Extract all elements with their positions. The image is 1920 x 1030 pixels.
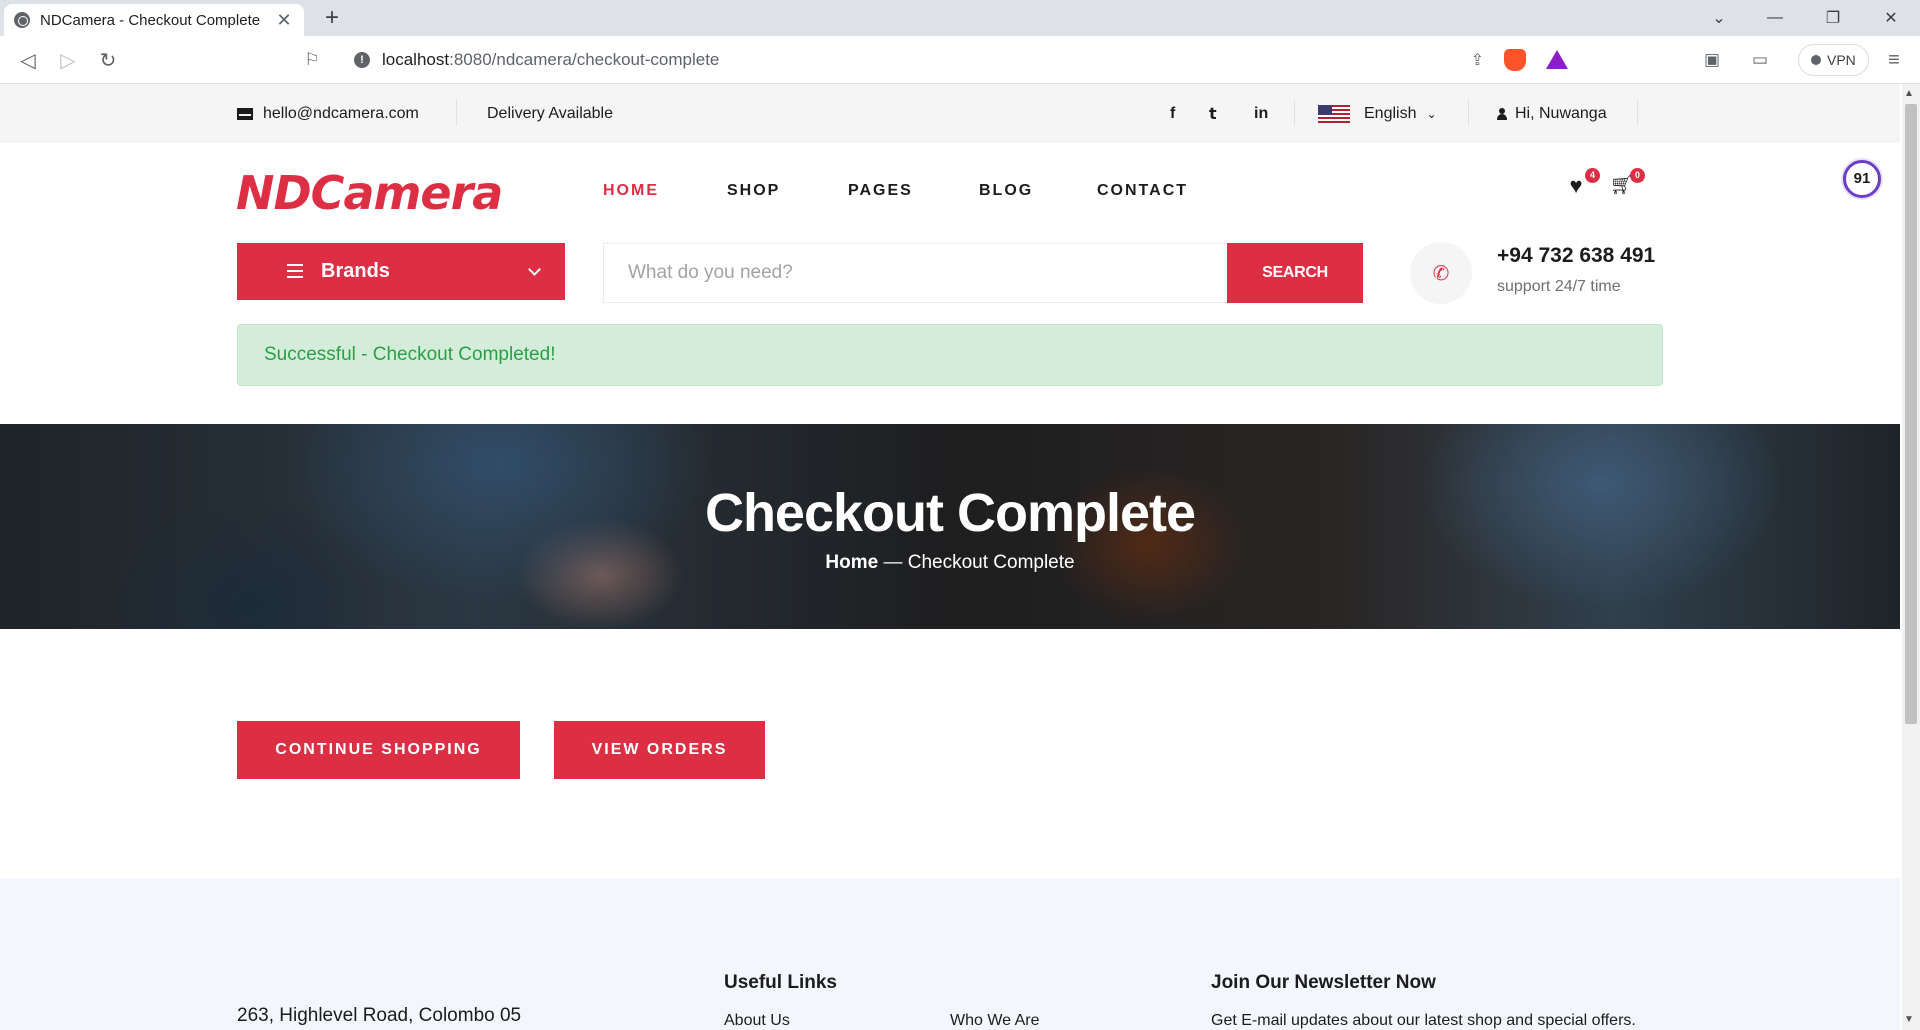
support-hours: support 24/7 time — [1497, 278, 1621, 295]
browser-tabbar: NDCamera - Checkout Complete ✕ + ⌄ — ❐ ✕ — [0, 0, 1920, 36]
minimize-button[interactable]: — — [1752, 0, 1798, 36]
envelope-icon — [237, 107, 253, 120]
share-icon[interactable]: ⇪ — [1471, 50, 1484, 70]
phone-number: +94 732 638 491 — [1497, 244, 1656, 267]
top-info-bar: hello@ndcamera.com Delivery Available f … — [0, 84, 1900, 143]
site-logo[interactable]: NDCamera — [236, 166, 503, 220]
brands-label: Brands — [321, 260, 390, 282]
browser-toolbar: ◁ ▷ ↻ ⚐ ! localhost:8080/ndcamera/checko… — [0, 36, 1920, 84]
facebook-icon[interactable]: f — [1170, 84, 1175, 143]
nav-home[interactable]: HOME — [603, 182, 659, 200]
divider — [1294, 100, 1295, 126]
new-tab-button[interactable]: + — [318, 4, 346, 32]
scroll-down-icon[interactable]: ▼ — [1904, 1014, 1914, 1025]
newsletter-heading: Join Our Newsletter Now — [1211, 972, 1436, 993]
footer-link-about[interactable]: About Us — [724, 1012, 790, 1030]
forward-icon[interactable]: ▷ — [54, 46, 82, 74]
newsletter-text: Get E-mail updates about our latest shop… — [1211, 1012, 1636, 1029]
address-bar[interactable]: ! localhost:8080/ndcamera/checkout-compl… — [338, 42, 1582, 78]
footer-link-who-we-are[interactable]: Who We Are — [950, 1012, 1040, 1030]
reload-icon[interactable]: ↻ — [94, 46, 122, 74]
cart-count-badge: 0 — [1630, 168, 1645, 183]
tab-search-icon[interactable]: ⌄ — [1696, 0, 1742, 36]
email-contact[interactable]: hello@ndcamera.com — [237, 84, 419, 143]
scroll-up-icon[interactable]: ▲ — [1904, 88, 1914, 99]
vpn-button[interactable]: VPN — [1798, 44, 1869, 76]
brave-rewards-icon[interactable] — [1546, 50, 1568, 69]
delivery-text: Delivery Available — [487, 104, 613, 122]
useful-links-heading: Useful Links — [724, 972, 837, 993]
browser-tab[interactable]: NDCamera - Checkout Complete ✕ — [4, 4, 304, 36]
continue-shopping-button[interactable]: CONTINUE SHOPPING — [237, 721, 520, 779]
breadcrumb: Home — Checkout Complete — [0, 552, 1900, 574]
user-icon — [1497, 107, 1507, 120]
email-text: hello@ndcamera.com — [263, 104, 419, 122]
restore-button[interactable]: ❐ — [1810, 0, 1856, 36]
search-input[interactable] — [603, 243, 1228, 303]
divider — [456, 100, 457, 126]
nav-pages[interactable]: PAGES — [848, 182, 913, 200]
wishlist-count-badge: 4 — [1585, 168, 1600, 183]
tab-close-button[interactable]: ✕ — [274, 10, 294, 31]
breadcrumb-current: Checkout Complete — [907, 552, 1075, 573]
breadcrumb-separator: — — [883, 552, 908, 573]
brave-shields-icon[interactable] — [1504, 49, 1526, 71]
language-label: English — [1364, 104, 1417, 122]
tab-title: NDCamera - Checkout Complete — [40, 11, 261, 29]
menu-icon[interactable]: ≡ — [1880, 46, 1908, 74]
twitter-icon[interactable]: t — [1209, 84, 1217, 143]
footer-address: 263, Highlevel Road, Colombo 05 — [237, 1005, 522, 1026]
score-badge[interactable]: 91 — [1843, 160, 1881, 198]
hero-banner: Checkout Complete Home — Checkout Comple… — [0, 424, 1900, 629]
linkedin-icon[interactable]: in — [1254, 84, 1268, 143]
scrollbar-thumb[interactable] — [1905, 104, 1917, 724]
divider — [1637, 100, 1638, 126]
hamburger-icon — [287, 264, 303, 278]
page-title: Checkout Complete — [704, 483, 1196, 543]
close-window-button[interactable]: ✕ — [1868, 0, 1914, 36]
user-greeting: Hi, Nuwanga — [1515, 104, 1607, 122]
bookmark-icon[interactable]: ⚐ — [298, 46, 326, 74]
globe-icon — [14, 12, 30, 28]
vpn-label: VPN — [1827, 52, 1856, 68]
view-orders-button[interactable]: VIEW ORDERS — [554, 721, 765, 779]
chevron-down-icon: ⌄ — [1426, 106, 1437, 121]
user-account[interactable]: Hi, Nuwanga — [1497, 84, 1607, 143]
nav-blog[interactable]: BLOG — [979, 182, 1033, 200]
wallet-icon[interactable]: ▭ — [1746, 46, 1774, 74]
phone-icon: ✆ — [1410, 242, 1472, 304]
breadcrumb-home[interactable]: Home — [825, 552, 878, 573]
url-host: localhost — [382, 50, 450, 69]
nav-shop[interactable]: SHOP — [727, 182, 780, 200]
search-button[interactable]: SEARCH — [1227, 243, 1363, 303]
success-alert: Successful - Checkout Completed! — [237, 324, 1663, 386]
us-flag-icon — [1318, 104, 1350, 123]
divider — [1468, 100, 1469, 126]
url-path: :8080/ndcamera/checkout-complete — [449, 50, 720, 69]
language-selector[interactable]: English ⌄ — [1318, 84, 1437, 143]
sidebar-icon[interactable]: ▣ — [1698, 46, 1726, 74]
vpn-status-icon — [1811, 55, 1821, 65]
brands-dropdown-button[interactable]: Brands — [237, 243, 565, 300]
footer: 263, Highlevel Road, Colombo 05 Useful L… — [0, 878, 1900, 1030]
page-viewport: hello@ndcamera.com Delivery Available f … — [0, 84, 1900, 1030]
nav-contact[interactable]: CONTACT — [1097, 182, 1188, 200]
back-icon[interactable]: ◁ — [14, 46, 42, 74]
chevron-down-icon — [528, 263, 541, 276]
site-info-icon[interactable]: ! — [354, 52, 370, 68]
alert-message: Successful - Checkout Completed! — [264, 344, 556, 365]
